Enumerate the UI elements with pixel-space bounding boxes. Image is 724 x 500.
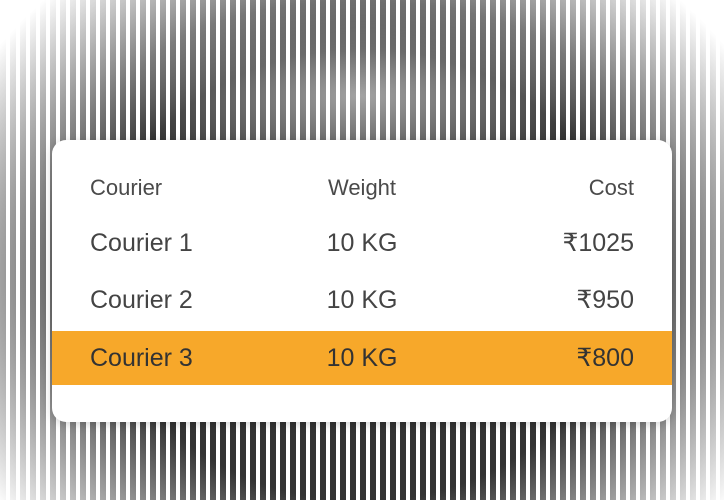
courier-name: Courier 2 — [90, 286, 193, 314]
courier-cost: ₹800 — [576, 344, 634, 372]
courier-cost: ₹1025 — [562, 229, 634, 257]
courier-name: Courier 1 — [90, 229, 193, 257]
courier-name: Courier 3 — [90, 344, 193, 372]
courier-cost: ₹950 — [576, 286, 634, 314]
courier-weight: 10 KG — [326, 344, 398, 372]
courier-comparison-card: Courier Weight Cost Courier 1 10 KG ₹102… — [52, 140, 672, 422]
courier-weight: 10 KG — [326, 229, 398, 257]
table-row[interactable]: Courier 2 10 KG ₹950 — [52, 273, 672, 327]
table-row-selected[interactable]: Courier 3 10 KG ₹800 — [52, 331, 672, 385]
header-weight: Weight — [327, 175, 397, 200]
table-row[interactable]: Courier 1 10 KG ₹1025 — [52, 216, 672, 270]
courier-weight: 10 KG — [326, 286, 398, 314]
header-cost: Cost — [588, 175, 634, 200]
table-header-row: Courier Weight Cost — [52, 161, 672, 215]
header-courier: Courier — [90, 175, 163, 200]
